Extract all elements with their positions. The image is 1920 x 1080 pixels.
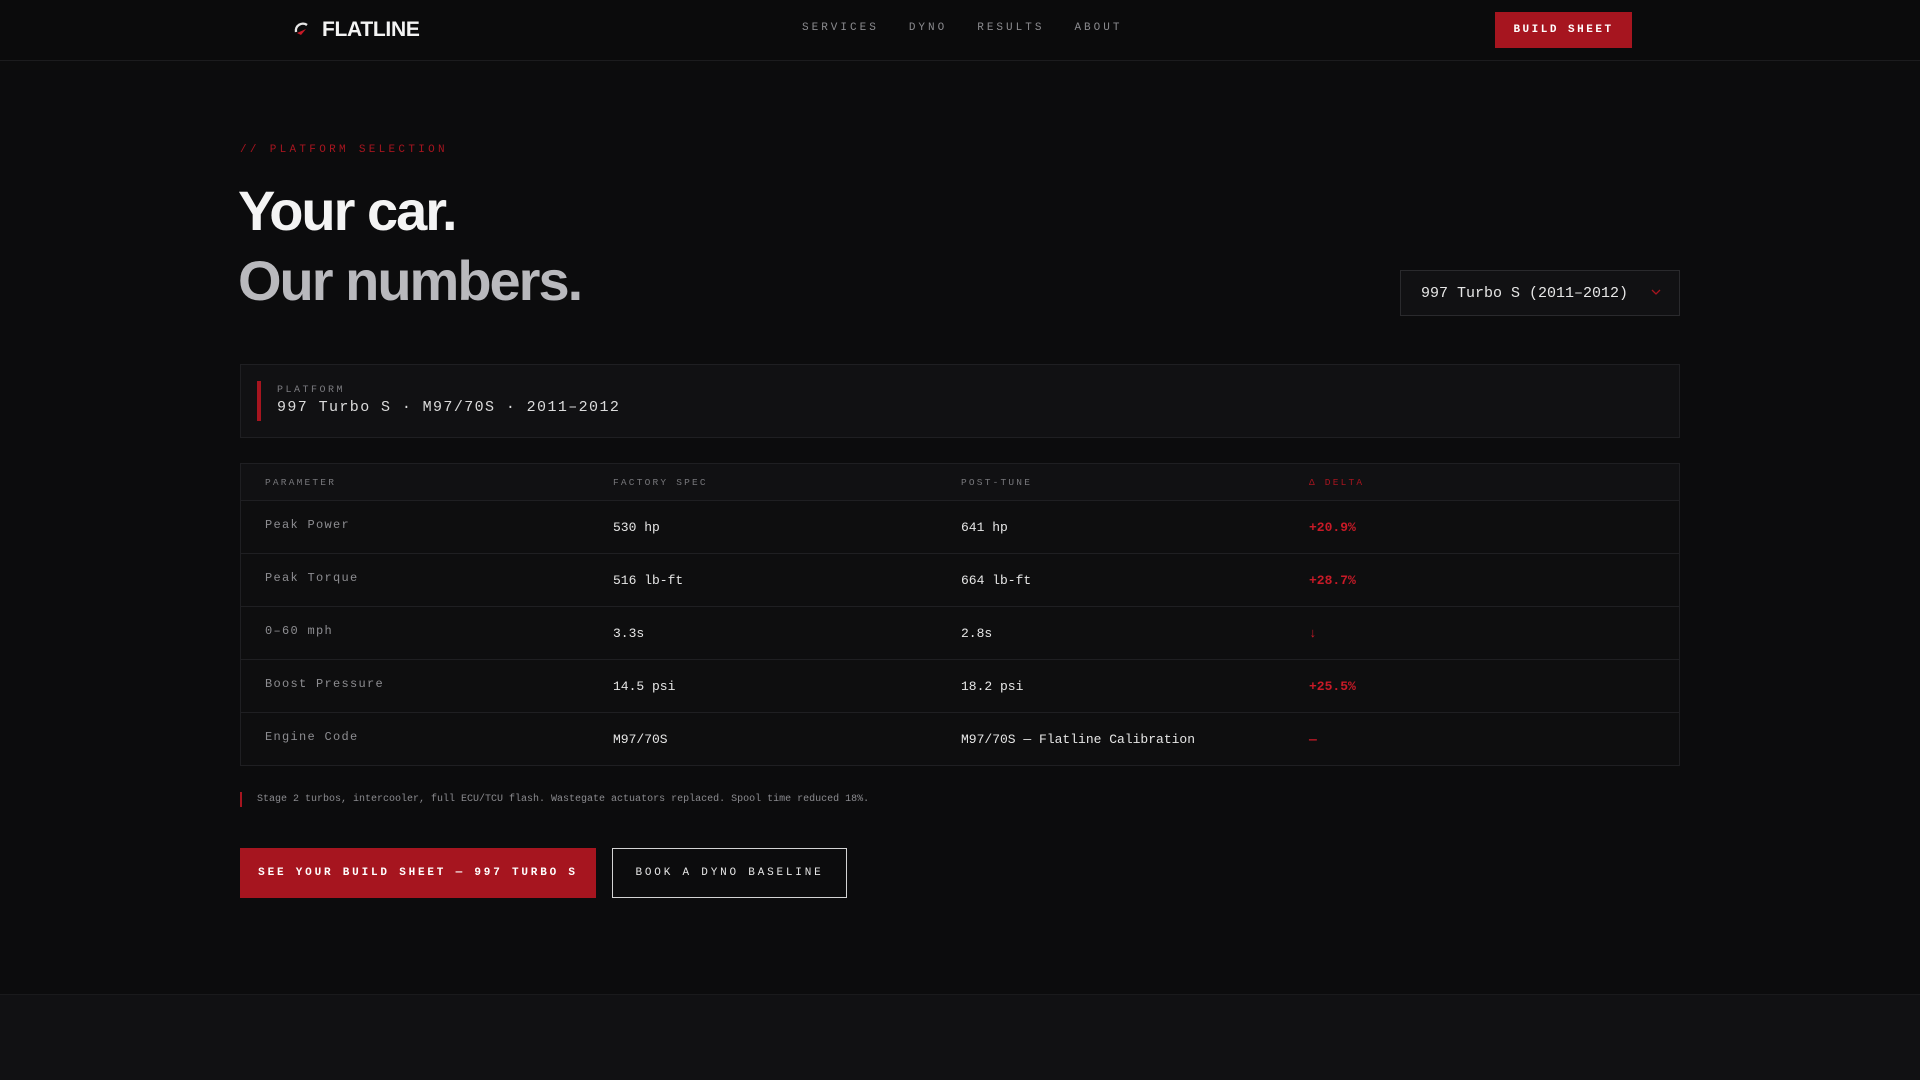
platform-value: 997 Turbo S · M97/70S · 2011–2012 bbox=[277, 399, 621, 416]
param-cell: Peak Torque bbox=[265, 571, 359, 585]
top-nav: FLATLINE SERVICES DYNO RESULTS ABOUT BUI… bbox=[0, 0, 1920, 61]
delta-cell: — bbox=[1309, 732, 1317, 747]
param-cell: Peak Power bbox=[265, 518, 351, 532]
platform-select[interactable]: 997 Turbo S (2011–2012) bbox=[1400, 270, 1680, 316]
delta-cell: ↓ bbox=[1309, 626, 1317, 641]
table-row: Boost Pressure 14.5 psi 18.2 psi +25.5% bbox=[241, 660, 1679, 713]
platform-select-value: 997 Turbo S (2011–2012) bbox=[1421, 284, 1629, 302]
post-tune-cell: M97/70S — Flatline Calibration bbox=[961, 732, 1196, 747]
param-cell: 0–60 mph bbox=[265, 624, 334, 638]
column-header-post-tune: POST-TUNE bbox=[961, 477, 1033, 488]
table-row: Peak Torque 516 lb-ft 664 lb-ft +28.7% bbox=[241, 554, 1679, 607]
column-header-delta: Δ DELTA bbox=[1309, 477, 1365, 488]
post-tune-cell: 641 hp bbox=[961, 520, 1008, 535]
brand-logo[interactable]: FLATLINE bbox=[293, 17, 420, 43]
table-row: Engine Code M97/70S M97/70S — Flatline C… bbox=[241, 713, 1679, 766]
page-title: Your car. Our numbers. bbox=[238, 176, 583, 316]
factory-cell: 530 hp bbox=[613, 520, 660, 535]
nav-link-services[interactable]: SERVICES bbox=[802, 22, 879, 34]
column-header-factory: FACTORY SPEC bbox=[613, 477, 708, 488]
param-cell: Engine Code bbox=[265, 730, 359, 744]
param-cell: Boost Pressure bbox=[265, 677, 385, 691]
nav-link-dyno[interactable]: DYNO bbox=[909, 22, 947, 34]
brand-name: FLATLINE bbox=[322, 18, 420, 41]
platform-card: PLATFORM 997 Turbo S · M97/70S · 2011–20… bbox=[240, 364, 1680, 438]
table-row: Peak Power 530 hp 641 hp +20.9% bbox=[241, 501, 1679, 554]
nav-link-results[interactable]: RESULTS bbox=[977, 22, 1044, 34]
column-header-parameter: PARAMETER bbox=[265, 477, 337, 488]
table-header: PARAMETER FACTORY SPEC POST-TUNE Δ DELTA bbox=[241, 464, 1679, 501]
platform-label: PLATFORM bbox=[277, 385, 346, 396]
factory-cell: 14.5 psi bbox=[613, 679, 676, 694]
post-tune-cell: 2.8s bbox=[961, 626, 993, 641]
factory-cell: 3.3s bbox=[613, 626, 645, 641]
table-row: 0–60 mph 3.3s 2.8s ↓ bbox=[241, 607, 1679, 660]
build-sheet-button[interactable]: BUILD SHEET bbox=[1495, 12, 1632, 48]
speedometer-icon bbox=[293, 20, 313, 40]
chevron-down-icon bbox=[1649, 285, 1663, 299]
nav-links: SERVICES DYNO RESULTS ABOUT bbox=[802, 22, 1152, 34]
factory-cell: 516 lb-ft bbox=[613, 573, 684, 588]
build-note: Stage 2 turbos, intercooler, full ECU/TC… bbox=[240, 792, 869, 807]
footer-band bbox=[0, 994, 1920, 1080]
see-build-sheet-button[interactable]: SEE YOUR BUILD SHEET — 997 TURBO S bbox=[240, 848, 596, 898]
delta-cell: +20.9% bbox=[1309, 520, 1356, 535]
delta-cell: +28.7% bbox=[1309, 573, 1356, 588]
accent-bar bbox=[257, 381, 261, 421]
title-line-2: Our numbers. bbox=[238, 249, 583, 312]
post-tune-cell: 18.2 psi bbox=[961, 679, 1024, 694]
book-dyno-button[interactable]: BOOK A DYNO BASELINE bbox=[612, 848, 847, 898]
delta-cell: +25.5% bbox=[1309, 679, 1356, 694]
title-line-1: Your car. bbox=[238, 179, 458, 242]
nav-link-about[interactable]: ABOUT bbox=[1074, 22, 1122, 34]
post-tune-cell: 664 lb-ft bbox=[961, 573, 1032, 588]
spec-table: PARAMETER FACTORY SPEC POST-TUNE Δ DELTA… bbox=[240, 463, 1680, 766]
factory-cell: M97/70S bbox=[613, 732, 668, 747]
section-eyebrow: // PLATFORM SELECTION bbox=[240, 144, 448, 156]
